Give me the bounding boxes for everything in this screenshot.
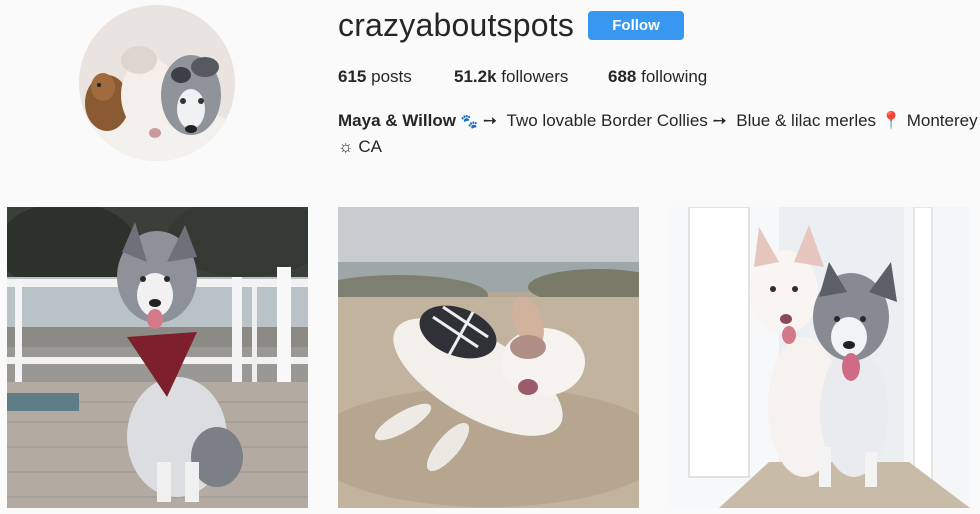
location-pin-icon: 📍	[880, 111, 902, 130]
posts-grid	[7, 207, 973, 514]
photo-dog-bandana-deck-icon	[7, 207, 308, 508]
follow-button[interactable]: Follow	[588, 11, 684, 40]
paw-prints-icon: 🐾	[460, 113, 479, 129]
profile-bio: Maya & Willow 🐾 ➙ Two lovable Border Col…	[338, 108, 978, 159]
following-label: following	[641, 67, 708, 86]
bio-text-part4: CA	[358, 137, 382, 156]
post-tile[interactable]	[669, 207, 970, 508]
bio-text-part2: Blue & lilac merles	[736, 111, 877, 130]
followers-label: followers	[501, 67, 569, 86]
avatar-photo-icon	[79, 5, 235, 161]
following-count: 688	[608, 67, 637, 86]
followers-count: 51.2k	[454, 67, 497, 86]
arrow-icon: ➙	[482, 111, 498, 130]
post-tile[interactable]	[338, 207, 639, 508]
bio-text-part3: Monterey	[906, 111, 978, 130]
stat-posts: 615 posts	[338, 67, 412, 87]
stat-following[interactable]: 688 following	[608, 67, 707, 87]
bio-text-part1: Two lovable Border Collies	[506, 111, 708, 130]
photo-dog-sleeping-sand-icon	[338, 207, 639, 508]
profile-avatar[interactable]	[79, 5, 235, 161]
posts-label: posts	[371, 67, 412, 86]
photo-two-dogs-doorway-icon	[669, 207, 970, 508]
posts-count: 615	[338, 67, 367, 86]
stat-followers[interactable]: 51.2k followers	[454, 67, 568, 87]
post-tile[interactable]	[7, 207, 308, 508]
profile-username: crazyaboutspots	[338, 7, 575, 43]
arrow-icon: ➙	[712, 111, 727, 130]
bio-name: Maya & Willow	[338, 111, 456, 130]
sun-icon: ☼	[338, 137, 354, 156]
